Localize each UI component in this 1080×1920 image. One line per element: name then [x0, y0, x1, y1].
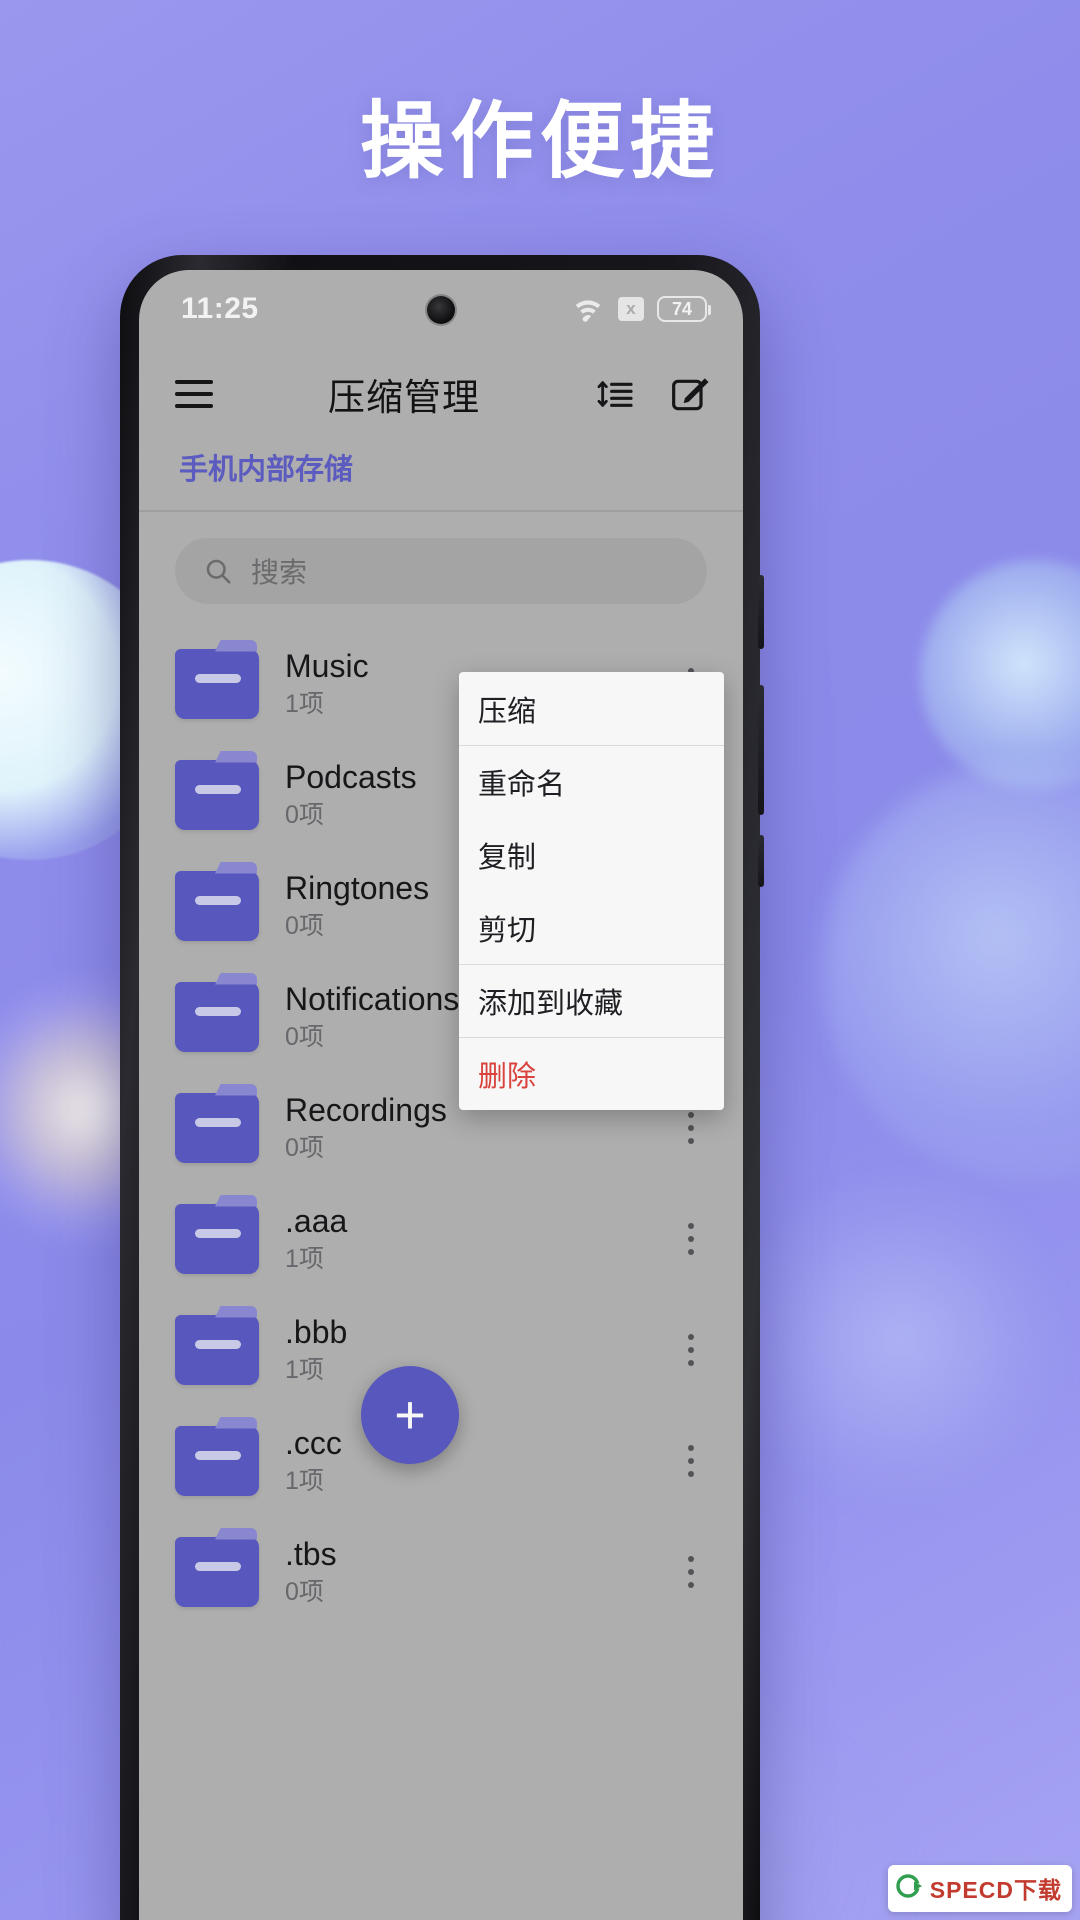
- breadcrumb[interactable]: 手机内部存储: [139, 440, 743, 510]
- list-item-overflow-icon[interactable]: [673, 1222, 709, 1255]
- watermark: SPECD下载: [887, 1865, 1072, 1912]
- phone-power-button: [758, 575, 764, 649]
- list-item[interactable]: .aaa 1项: [139, 1183, 743, 1294]
- folder-icon: [175, 981, 259, 1052]
- search-placeholder: 搜索: [251, 557, 308, 588]
- context-menu-item[interactable]: 重命名: [459, 745, 724, 818]
- folder-icon: [175, 648, 259, 719]
- folder-icon: [175, 1314, 259, 1385]
- list-item-name: .tbs: [285, 1535, 337, 1572]
- folder-icon: [175, 870, 259, 941]
- list-item-overflow-icon[interactable]: [673, 1111, 709, 1144]
- search-input[interactable]: 搜索: [175, 538, 707, 604]
- context-menu-item[interactable]: 删除: [459, 1037, 724, 1110]
- list-item-count: 1项: [285, 1244, 324, 1273]
- status-bar-icons: x 74: [571, 295, 711, 323]
- signal-disabled-icon: x: [618, 297, 644, 321]
- folder-icon: [175, 1203, 259, 1274]
- search-section: 搜索: [139, 512, 743, 618]
- app-bar: 压缩管理: [139, 348, 743, 440]
- edit-compose-icon[interactable]: [669, 374, 709, 414]
- search-icon: [206, 559, 231, 584]
- decorative-orb-right-lower: [740, 1180, 1060, 1500]
- list-item-count: 0项: [285, 1577, 324, 1606]
- folder-icon: [175, 1536, 259, 1607]
- list-item-text: .bbb 1项: [285, 1313, 647, 1387]
- wifi-icon: [575, 300, 601, 322]
- phone-volume-up-button: [758, 685, 764, 815]
- page-title: 压缩管理: [328, 377, 480, 418]
- list-item-text: .aaa 1项: [285, 1202, 647, 1276]
- folder-icon: [175, 1425, 259, 1496]
- list-item-count: 1项: [285, 1355, 324, 1384]
- folder-icon: [175, 1092, 259, 1163]
- page-headline: 操作便捷: [359, 94, 720, 188]
- context-menu-item[interactable]: 添加到收藏: [459, 964, 724, 1037]
- context-menu-item[interactable]: 压缩: [459, 672, 724, 745]
- list-item-text: .tbs 0项: [285, 1535, 647, 1609]
- decorative-orb-right-large: [820, 760, 1080, 1180]
- folder-icon: [175, 759, 259, 830]
- sort-icon[interactable]: [595, 374, 635, 414]
- watermark-text: SPECD下载: [929, 1877, 1062, 1903]
- app-bar-actions: [595, 374, 709, 414]
- phone-screen: 11:25 x 74 压缩管理 手机内部存储 搜索 Music 1项 Podca…: [139, 270, 743, 1920]
- status-bar: 11:25 x 74: [139, 270, 743, 348]
- status-bar-clock: 11:25: [181, 292, 259, 325]
- list-item-overflow-icon[interactable]: [673, 1555, 709, 1588]
- list-item-overflow-icon[interactable]: [673, 1333, 709, 1366]
- context-menu[interactable]: 压缩 重命名 复制 剪切 添加到收藏 删除: [459, 672, 724, 1110]
- context-menu-item[interactable]: 剪切: [459, 891, 724, 964]
- front-camera-punchhole: [427, 296, 455, 324]
- list-item-name: .ccc: [285, 1424, 342, 1461]
- decorative-orb-right-small: [920, 560, 1080, 790]
- watermark-logo-icon: [896, 1874, 923, 1898]
- battery-indicator: 74: [657, 296, 711, 322]
- breadcrumb-current[interactable]: 手机内部存储: [179, 454, 353, 486]
- list-item-name: .bbb: [285, 1313, 348, 1350]
- list-item-count: 1项: [285, 1466, 324, 1495]
- phone-mockup: 11:25 x 74 压缩管理 手机内部存储 搜索 Music 1项 Podca…: [120, 255, 764, 1920]
- context-menu-item[interactable]: 复制: [459, 818, 724, 891]
- list-item-count: 0项: [285, 1133, 324, 1162]
- phone-volume-down-button: [758, 835, 764, 887]
- list-item-name: .aaa: [285, 1202, 348, 1239]
- list-item-text: .ccc 1项: [285, 1424, 647, 1498]
- add-fab-button[interactable]: +: [361, 1366, 459, 1464]
- hamburger-menu-icon[interactable]: [175, 380, 213, 408]
- list-item[interactable]: .tbs 0项: [139, 1516, 743, 1627]
- list-item-overflow-icon[interactable]: [673, 1444, 709, 1477]
